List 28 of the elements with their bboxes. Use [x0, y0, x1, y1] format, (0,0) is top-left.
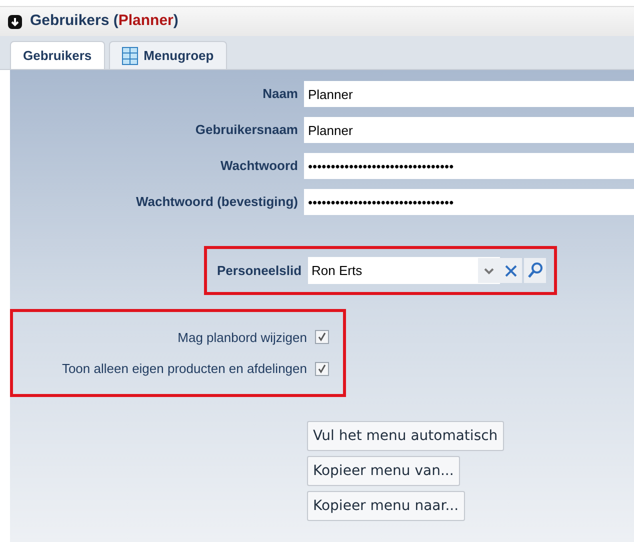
dropdown-value: Ron Erts	[310, 262, 364, 280]
down-arrow-icon	[8, 14, 22, 28]
checkbox[interactable]	[315, 330, 329, 344]
close-icon[interactable]	[500, 258, 522, 283]
search-icon[interactable]	[524, 258, 546, 283]
field-label: Gebruikersnaam	[194, 121, 299, 140]
dropdown-field[interactable]: Ron Erts	[308, 257, 500, 284]
input-field[interactable]: ••••••••••••••••••••••••••••••••	[304, 153, 634, 179]
input-field[interactable]: ••••••••••••••••••••••••••••••••	[304, 189, 634, 215]
window-title: Gebruikers (Planner)	[30, 11, 178, 32]
grid-icon	[122, 46, 138, 64]
action-button[interactable]: Kopieer menu naar...	[307, 491, 465, 521]
chevron-down-icon[interactable]	[478, 258, 500, 283]
checkmark-icon	[317, 332, 327, 342]
field-label: Wachtwoord (bevestiging)	[134, 193, 299, 212]
checkbox-label: Mag planbord wijzigen	[178, 328, 307, 347]
field-label: Wachtwoord	[219, 157, 299, 176]
checkbox-label: Toon alleen eigen producten en afdelingen	[62, 360, 307, 378]
input-field[interactable]: Planner	[304, 81, 634, 107]
field-label: Personeelslid	[217, 262, 302, 280]
input-field[interactable]: Planner	[304, 117, 634, 143]
tab[interactable]: Menugroep	[108, 41, 227, 69]
action-button[interactable]: Kopieer menu van...	[307, 456, 460, 486]
checkmark-icon	[317, 364, 327, 374]
tab[interactable]: Gebruikers	[10, 41, 105, 69]
field-label: Naam	[262, 85, 299, 104]
action-button[interactable]: Vul het menu automatisch	[307, 421, 504, 451]
checkbox[interactable]	[315, 362, 329, 376]
